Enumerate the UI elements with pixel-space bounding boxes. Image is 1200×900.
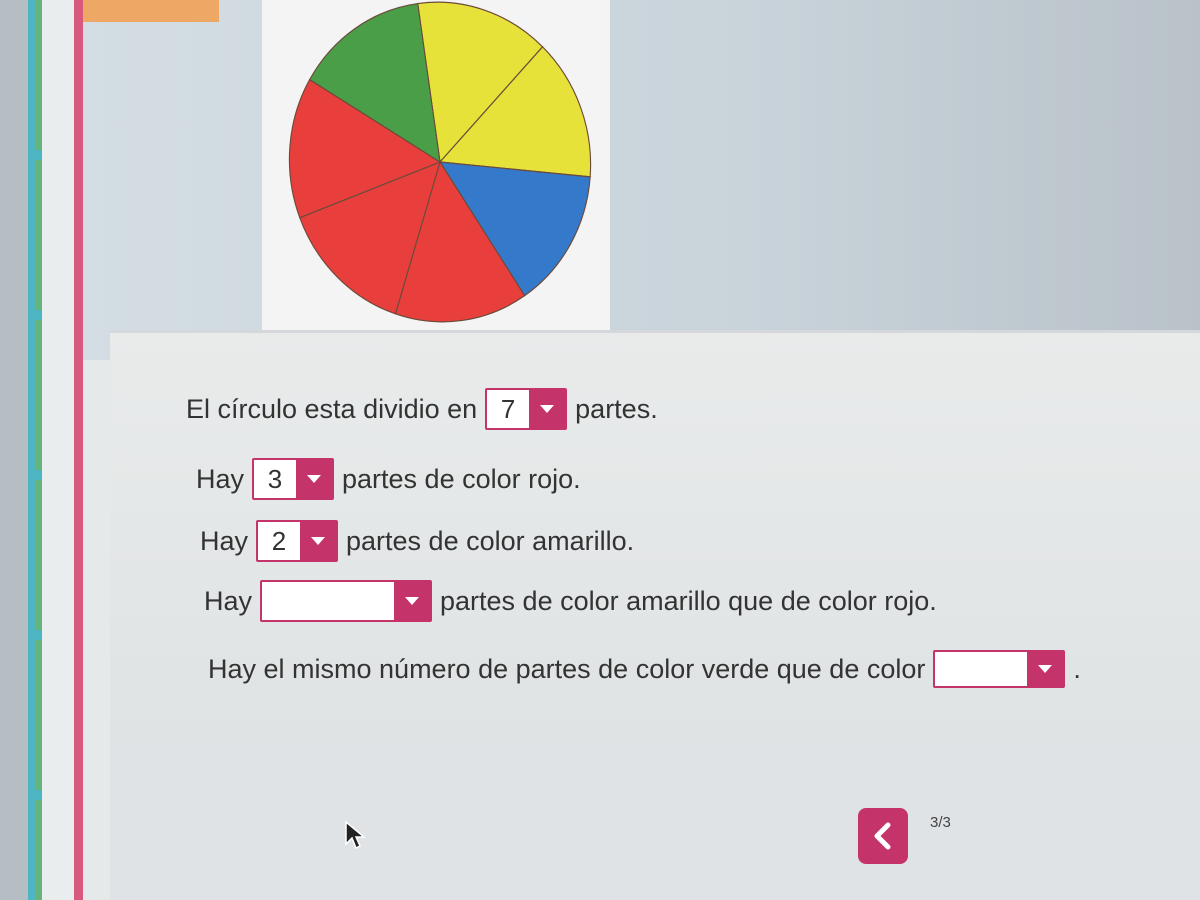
question-text: Hay el mismo número de partes de color v… bbox=[208, 653, 926, 684]
question-text: . bbox=[1073, 653, 1081, 684]
question-green-equal: Hay el mismo número de partes de color v… bbox=[208, 650, 1081, 688]
dropdown-value: 2 bbox=[271, 525, 287, 556]
chevron-down-icon[interactable] bbox=[394, 582, 431, 620]
dropdown-value: 7 bbox=[500, 393, 516, 424]
yellow-parts-dropdown[interactable]: 2 bbox=[256, 520, 339, 562]
question-yellow-parts: Hay 2 partes de color amarillo. bbox=[200, 520, 634, 562]
orange-tab bbox=[83, 0, 219, 22]
panel-divider bbox=[110, 330, 1200, 333]
dropdown-value bbox=[262, 582, 394, 620]
chevron-down-icon[interactable] bbox=[529, 390, 566, 428]
question-compare-parts: Hay partes de color amarillo que de colo… bbox=[204, 580, 937, 622]
question-text: Hay bbox=[204, 585, 253, 616]
desk-background bbox=[0, 0, 30, 900]
dropdown-value bbox=[935, 652, 1027, 686]
question-text: El círculo esta dividio en bbox=[186, 393, 478, 424]
footer-area bbox=[110, 740, 1200, 900]
chevron-down-icon[interactable] bbox=[1027, 652, 1064, 686]
question-text: partes. bbox=[575, 393, 658, 424]
compare-dropdown[interactable] bbox=[260, 580, 433, 622]
mouse-pointer-icon bbox=[345, 820, 366, 850]
back-button[interactable] bbox=[858, 808, 908, 864]
question-text: partes de color amarillo que de color ro… bbox=[440, 585, 937, 616]
question-red-parts: Hay 3 partes de color rojo. bbox=[196, 458, 581, 500]
question-text: Hay bbox=[200, 525, 249, 556]
dropdown-value: 3 bbox=[267, 463, 283, 494]
page-margin bbox=[42, 0, 78, 900]
pie-chart bbox=[288, 1, 592, 323]
image-area bbox=[83, 0, 1200, 360]
question-text: Hay bbox=[196, 463, 245, 494]
total-parts-dropdown[interactable]: 7 bbox=[485, 388, 568, 430]
question-text: partes de color amarillo. bbox=[346, 525, 635, 556]
question-text: partes de color rojo. bbox=[342, 463, 581, 494]
pink-page-border bbox=[74, 0, 83, 900]
chevron-down-icon[interactable] bbox=[296, 460, 333, 498]
question-total-parts: El círculo esta dividio en 7 partes. bbox=[186, 388, 658, 430]
red-parts-dropdown[interactable]: 3 bbox=[252, 458, 335, 500]
page-counter: 3/3 bbox=[930, 814, 951, 831]
chevron-left-icon bbox=[874, 822, 891, 850]
color-dropdown[interactable] bbox=[933, 650, 1066, 688]
chevron-down-icon[interactable] bbox=[300, 522, 337, 560]
